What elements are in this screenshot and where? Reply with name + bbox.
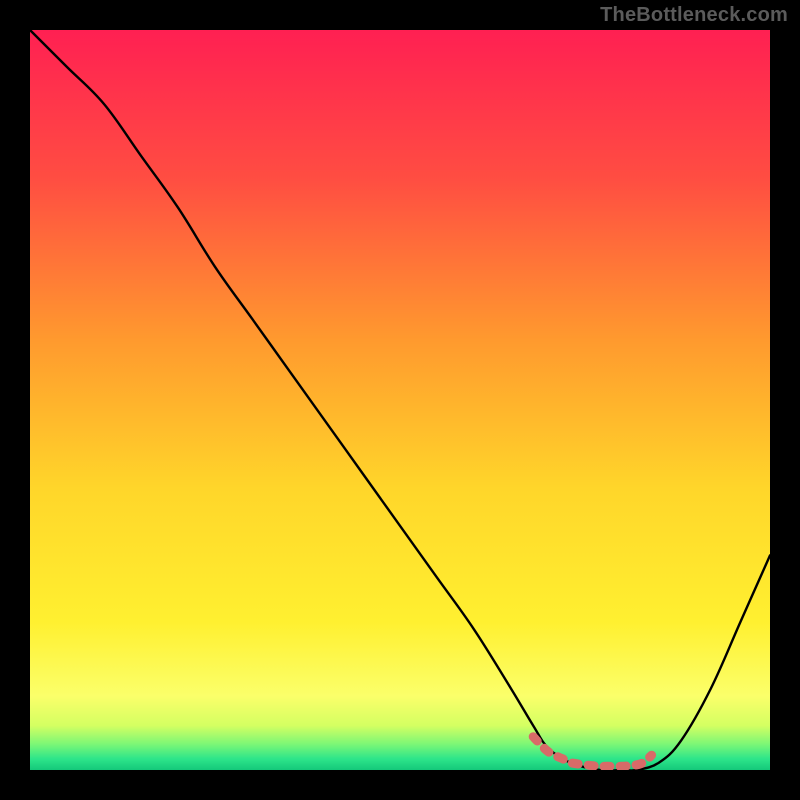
watermark-text: TheBottleneck.com — [600, 4, 788, 27]
gradient-background — [30, 30, 770, 770]
chart-container: TheBottleneck.com — [0, 0, 800, 800]
plot-area — [30, 30, 770, 770]
bottleneck-chart — [30, 30, 770, 770]
